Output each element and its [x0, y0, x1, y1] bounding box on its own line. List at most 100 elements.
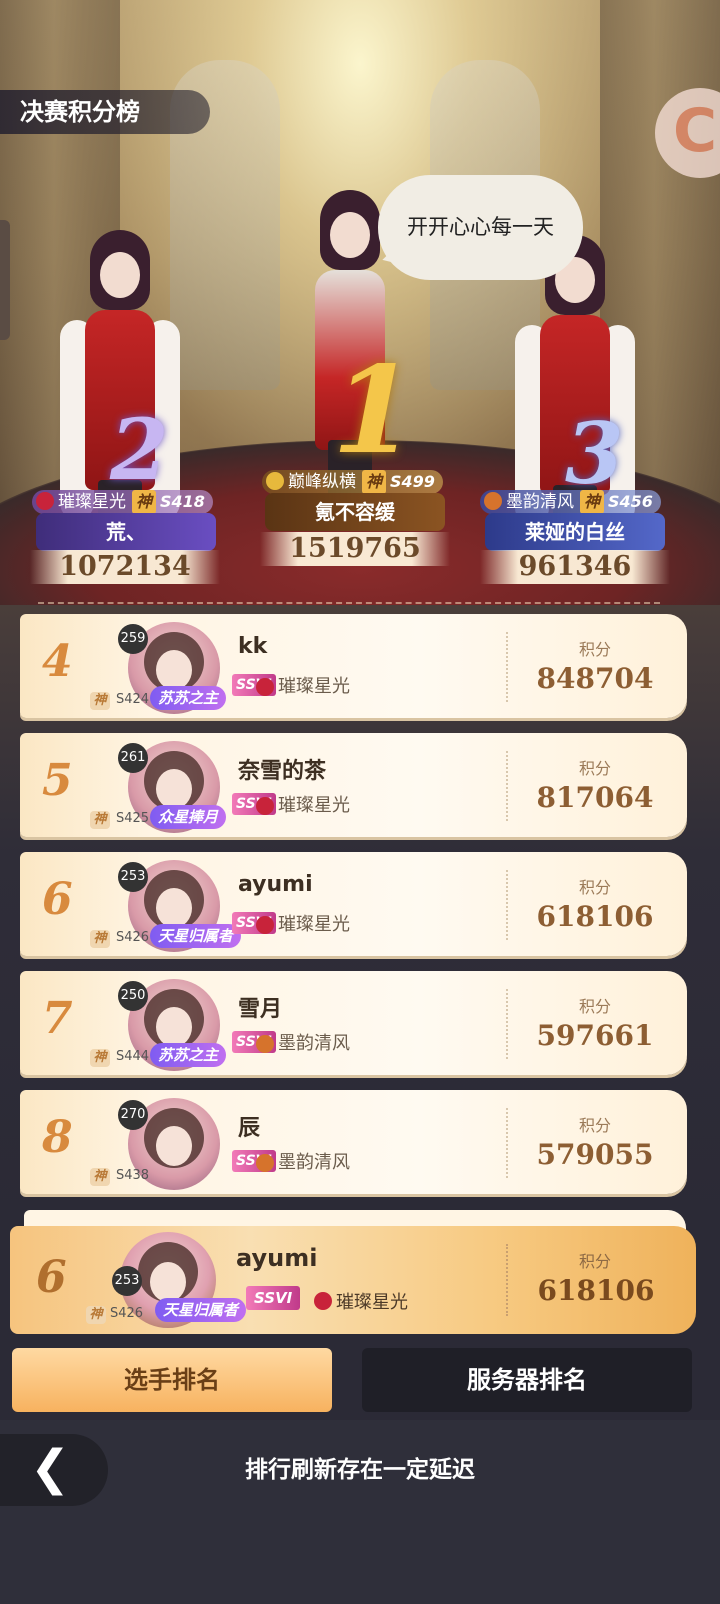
my-avatar-frame-label: 天星归属者 — [155, 1298, 247, 1322]
player-name: 辰 — [238, 1116, 261, 1141]
server-gem-icon — [314, 1292, 332, 1310]
ranking-tabs: 选手排名 服务器排名 — [0, 1340, 720, 1420]
god-badge-icon: 神 — [90, 811, 110, 829]
my-player-name: ayumi — [236, 1244, 318, 1272]
level-badge: 259 — [118, 624, 148, 654]
rank-number: 5 — [42, 755, 73, 806]
my-score: 618106 — [537, 1274, 655, 1307]
avatar-frame-label: 苏苏之主 — [150, 1043, 227, 1067]
server-wolf-icon — [484, 492, 502, 510]
my-season: S426 — [110, 1306, 144, 1321]
podium-2-server-badge: 璀璨星光神 S418 — [32, 490, 213, 514]
score-label: 积分 — [578, 759, 611, 778]
score-label: 积分 — [578, 1252, 611, 1271]
podium-2-season: S418 — [160, 492, 205, 511]
podium-1-season: S499 — [390, 472, 435, 491]
side-edge-tab[interactable] — [0, 220, 10, 340]
ranking-row[interactable]: 4 259 神 S424 苏苏之主 kk SSVI 璀璨星光 积分 848704 — [20, 614, 687, 718]
ranking-row[interactable]: 7 250 神 S444 苏苏之主 雪月 SSVI 墨韵清风 积分 597661 — [20, 971, 687, 1075]
player-score: 618106 — [536, 900, 654, 933]
podium-1-server-badge: 巅峰纵横神 S499 — [262, 470, 443, 494]
podium-2-name[interactable]: 荒、 — [36, 513, 216, 551]
server-icon — [256, 797, 274, 815]
avatar-frame-label: 天星归属者 — [150, 924, 242, 948]
tab-server-ranking[interactable]: 服务器排名 — [362, 1348, 692, 1412]
divider — [38, 602, 660, 604]
player-name: 奈雪的茶 — [238, 759, 327, 784]
my-rank-number: 6 — [36, 1252, 67, 1303]
server-crown-icon — [266, 472, 284, 490]
server-icon — [256, 1035, 274, 1053]
server-gem-icon — [36, 492, 54, 510]
god-badge-icon: 神 — [90, 1168, 110, 1186]
level-badge: 261 — [118, 743, 148, 773]
my-level-badge: 253 — [112, 1266, 142, 1296]
podium-3-name[interactable]: 莱娅的白丝 — [485, 513, 665, 551]
god-badge-icon: 神 — [90, 692, 110, 710]
podium-2-server: 璀璨星光 — [58, 492, 126, 512]
server-name: 墨韵清风 — [278, 1033, 350, 1054]
player-name: ayumi — [238, 872, 313, 897]
season-label: S426 — [116, 930, 150, 945]
player-score: 848704 — [536, 662, 654, 695]
god-badge-icon: 神 — [362, 470, 387, 494]
server-icon — [256, 916, 274, 934]
god-badge-icon: 神 — [580, 490, 605, 514]
separator — [506, 989, 508, 1059]
server-name: 墨韵清风 — [278, 1152, 350, 1173]
separator — [506, 1108, 508, 1178]
podium-1-name[interactable]: 氪不容缓 — [265, 493, 445, 531]
separator — [506, 751, 508, 821]
podium-3-server: 墨韵清风 — [506, 492, 574, 512]
tab-player-ranking[interactable]: 选手排名 — [12, 1348, 332, 1412]
score-label: 积分 — [578, 878, 611, 897]
god-badge-icon: 神 — [90, 1049, 110, 1067]
god-badge-icon: 神 — [90, 930, 110, 948]
player-name: 雪月 — [238, 997, 283, 1022]
rank-number: 6 — [42, 874, 73, 925]
god-badge-icon: 神 — [132, 490, 157, 514]
avatar-frame-label: 众星捧月 — [150, 805, 227, 829]
ranking-row[interactable]: 5 261 神 S425 众星捧月 奈雪的茶 SSVI 璀璨星光 积分 817064 — [20, 733, 687, 837]
rank-number: 8 — [42, 1112, 73, 1163]
separator — [506, 870, 508, 940]
rank-number: 4 — [42, 636, 73, 687]
server-name: 璀璨星光 — [278, 676, 350, 697]
ssvi-badge-icon: SSVI — [246, 1286, 301, 1310]
player-score: 597661 — [536, 1019, 654, 1052]
podium-1-server: 巅峰纵横 — [288, 472, 356, 492]
page-title: 决赛积分榜 — [0, 90, 210, 134]
server-icon — [256, 678, 274, 696]
season-label: S424 — [116, 692, 150, 707]
podium-3-score: 961346 — [480, 550, 670, 584]
level-badge: 250 — [118, 981, 148, 1011]
rank-number: 7 — [42, 993, 73, 1044]
level-badge: 253 — [118, 862, 148, 892]
podium-2-score: 1072134 — [30, 550, 220, 584]
my-rank-row[interactable]: 6 253 神 S426 天星归属者 ayumi SSVI 璀璨星光 积分 61… — [10, 1226, 696, 1334]
rank-3-numeral: 3 — [565, 404, 624, 503]
rank-1-numeral: 1 — [332, 340, 416, 481]
god-badge-icon: 神 — [86, 1306, 106, 1324]
season-label: S425 — [116, 811, 150, 826]
footer-bar — [0, 1420, 720, 1604]
refresh-delay-notice: 排行刷新存在一定延迟 — [245, 1457, 475, 1483]
player-score: 579055 — [536, 1138, 654, 1171]
separator — [506, 632, 508, 702]
speech-bubble: 开开心心每一天 — [378, 175, 583, 280]
score-label: 积分 — [578, 997, 611, 1016]
ranking-row[interactable]: 8 270 神 S438 辰 SSVI 墨韵清风 积分 579055 — [20, 1090, 687, 1194]
score-label: 积分 — [578, 1116, 611, 1135]
ranking-row[interactable]: 6 253 神 S426 天星归属者 ayumi SSVI 璀璨星光 积分 618106 — [20, 852, 687, 956]
rank-2-numeral: 2 — [110, 400, 169, 499]
podium-1-score: 1519765 — [260, 532, 450, 566]
level-badge: 270 — [118, 1100, 148, 1130]
server-name: 璀璨星光 — [278, 795, 350, 816]
server-name: 璀璨星光 — [278, 914, 350, 935]
avatar-frame-label: 苏苏之主 — [150, 686, 227, 710]
podium-3-server-badge: 墨韵清风神 S456 — [480, 490, 661, 514]
season-label: S438 — [116, 1168, 150, 1183]
separator — [506, 1244, 508, 1316]
season-label: S444 — [116, 1049, 150, 1064]
score-label: 积分 — [578, 640, 611, 659]
